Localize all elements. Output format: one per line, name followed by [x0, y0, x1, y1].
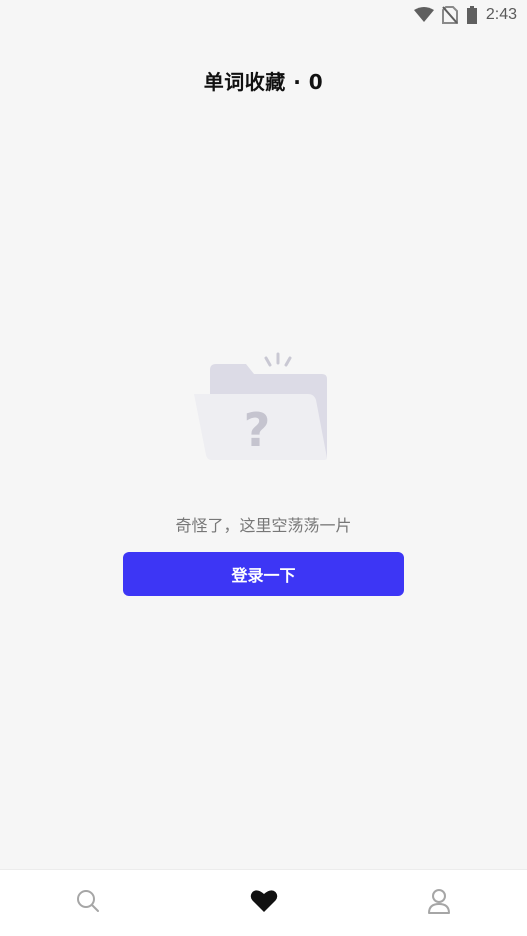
svg-text:?: ? — [244, 403, 271, 457]
login-button[interactable]: 登录一下 — [123, 552, 404, 596]
bottom-tab-bar — [0, 869, 527, 936]
heart-icon — [250, 889, 278, 917]
tab-favorites[interactable] — [176, 870, 352, 936]
status-time: 2:43 — [485, 6, 517, 23]
empty-message: 奇怪了，这里空荡荡一片 — [175, 516, 352, 535]
battery-icon — [466, 6, 478, 24]
screen: 2:43 单词收藏 · 0 ? 奇怪了，这里空荡荡一片 登录一下 — [0, 0, 527, 936]
tab-search[interactable] — [0, 870, 176, 936]
no-sim-icon — [441, 6, 458, 24]
user-icon — [427, 888, 451, 918]
wifi-icon — [413, 7, 434, 23]
tab-profile[interactable] — [351, 870, 527, 936]
empty-folder-question-icon: ? — [190, 350, 332, 468]
page-title: 单词收藏 · 0 — [203, 70, 324, 94]
search-icon — [76, 889, 100, 917]
status-bar: 2:43 — [0, 0, 527, 30]
